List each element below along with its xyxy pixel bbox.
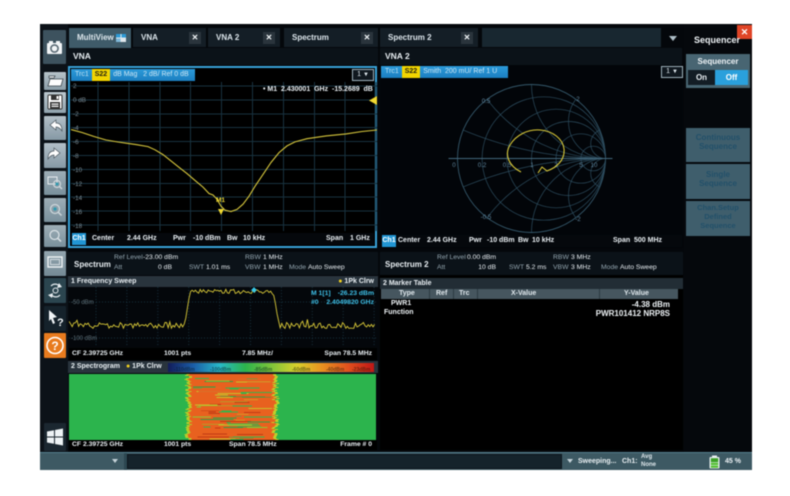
svg-text:-6: -6 xyxy=(73,139,79,146)
svg-text:?: ? xyxy=(57,317,64,329)
svg-text:-18: -18 xyxy=(73,223,83,230)
svg-text:0.2: 0.2 xyxy=(478,162,487,169)
svg-text:-2: -2 xyxy=(575,216,581,223)
svg-text:-12: -12 xyxy=(73,181,83,188)
svg-text:?: ? xyxy=(51,339,58,353)
svg-text:-26.23 dBm: -26.23 dBm xyxy=(338,290,374,297)
svg-text:-100 dBm: -100 dBm xyxy=(71,336,97,342)
svg-text:2: 2 xyxy=(73,83,77,90)
svg-text:5: 5 xyxy=(579,162,583,169)
svg-text:1: 1 xyxy=(530,162,534,169)
svg-text:0.5: 0.5 xyxy=(482,98,491,105)
svg-text:-2: -2 xyxy=(73,111,79,118)
svg-text:0 dB: 0 dB xyxy=(73,97,86,104)
svg-text:#0: #0 xyxy=(311,299,319,306)
svg-text:2: 2 xyxy=(576,96,580,103)
svg-text:-50 dBm: -50 dBm xyxy=(71,300,94,306)
svg-text:10: 10 xyxy=(591,162,598,169)
svg-text:M 1[1]: M 1[1] xyxy=(311,290,331,297)
svg-text:2.4049820 GHz: 2.4049820 GHz xyxy=(326,299,374,306)
svg-text:-8: -8 xyxy=(73,153,79,160)
svg-text:-14: -14 xyxy=(73,195,83,202)
svg-text:-16: -16 xyxy=(73,209,83,216)
svg-text:-10: -10 xyxy=(73,167,83,174)
svg-text:M1: M1 xyxy=(216,197,225,204)
svg-text:-0.5: -0.5 xyxy=(481,214,492,221)
svg-text:0: 0 xyxy=(452,162,456,169)
svg-text:• M1 2.430001 GHz -15.2689: • M1 2.430001 GHz -15.2689 dB xyxy=(263,86,373,93)
